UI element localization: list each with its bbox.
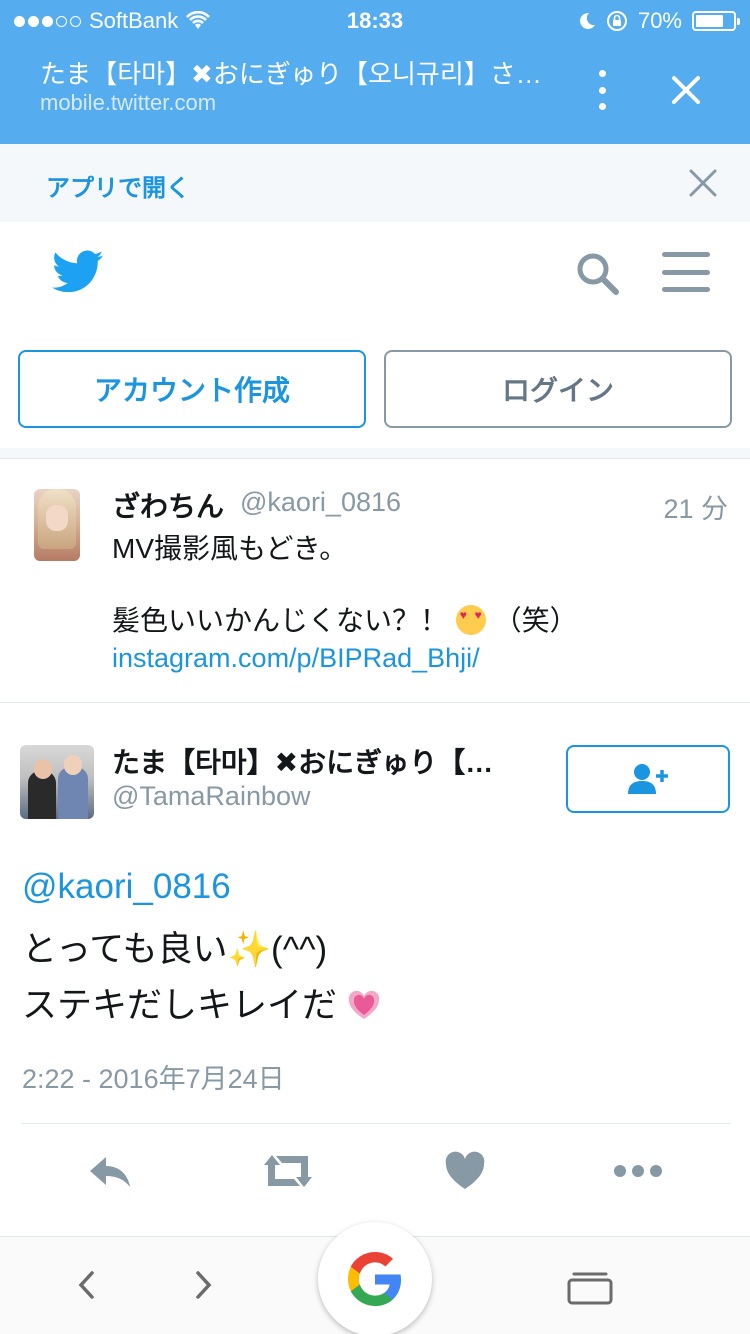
tweet-date[interactable]: 2:22 - 2016年7月24日	[22, 1057, 285, 1096]
tweet-author-handle[interactable]: @TamaRainbow	[112, 781, 311, 812]
reply-icon[interactable]	[86, 1151, 134, 1191]
tweet-text: ステキだしキレイだ	[22, 986, 338, 1025]
like-icon[interactable]	[444, 1151, 486, 1191]
heart-eyes-emoji	[455, 605, 486, 635]
tweet-text: (^^)	[271, 930, 328, 969]
search-icon[interactable]	[574, 250, 620, 296]
sparkles-emoji: ✨	[227, 930, 272, 969]
avatar[interactable]	[34, 489, 80, 561]
retweet-icon[interactable]	[260, 1151, 316, 1191]
signup-button[interactable]: アカウント作成	[18, 350, 366, 428]
rotation-lock-icon	[606, 11, 627, 31]
twitter-bird-icon[interactable]	[52, 250, 104, 294]
close-icon[interactable]	[686, 166, 720, 200]
tweet-timestamp[interactable]: 21 分	[663, 487, 728, 526]
page-url[interactable]: mobile.twitter.com	[40, 90, 216, 116]
twitter-header	[0, 222, 750, 332]
close-icon[interactable]	[664, 68, 708, 112]
more-icon[interactable]	[612, 1151, 664, 1191]
browser-header: SoftBank 18:33 70% たま【타마】✖おにぎゅり【오니규리】さ… …	[0, 0, 750, 144]
status-bar: SoftBank 18:33 70%	[0, 0, 750, 40]
tweet-detail-card: たま【타마】✖おにぎゅり【… @TamaRainbow @kaori_0816 …	[0, 702, 750, 1242]
tweet-text-line: ステキだしキレイだ	[22, 977, 381, 1028]
page-title: たま【타마】✖おにぎゅり【오니규리】さ…	[40, 59, 542, 89]
tweet-link[interactable]: instagram.com/p/BIPRad_Bhji/	[112, 643, 480, 674]
tweet-author-handle[interactable]: @kaori_0816	[240, 487, 401, 518]
follow-icon	[628, 764, 668, 794]
battery-icon	[692, 11, 740, 31]
forward-icon[interactable]	[188, 1267, 218, 1303]
tweet-author-name[interactable]: ざわちん	[112, 485, 224, 525]
heart-emoji	[348, 991, 379, 1019]
back-icon[interactable]	[72, 1267, 102, 1303]
google-icon	[348, 1252, 401, 1306]
status-right: 70%	[578, 8, 740, 34]
divider	[22, 1123, 730, 1124]
tweet-text-line: とっても良い✨(^^)	[22, 921, 327, 972]
tweet-text: とっても良い	[22, 930, 228, 969]
tweet-author-name[interactable]: たま【타마】✖おにぎゅり【…	[112, 741, 532, 781]
divider	[0, 448, 750, 458]
tweet-text: （笑）	[493, 605, 578, 636]
avatar[interactable]	[20, 745, 94, 819]
open-in-app-link[interactable]: アプリで開く	[46, 168, 190, 203]
battery-percent: 70%	[637, 8, 682, 33]
tabs-icon[interactable]	[566, 1271, 614, 1305]
tweet-text-line: MV撮影風もどき。	[112, 533, 348, 564]
mention-link[interactable]: @kaori_0816	[22, 867, 231, 907]
app-banner: アプリで開く	[0, 144, 750, 222]
tweet-text: 髪色いいかんじくない？！	[112, 605, 449, 636]
tweet-card[interactable]: ざわちん @kaori_0816 21 分 MV撮影風もどき。 髪色いいかんじく…	[0, 458, 750, 702]
menu-icon[interactable]	[662, 252, 710, 292]
follow-button[interactable]	[566, 745, 730, 813]
tweet-text-line: 髪色いいかんじくない？！ （笑）	[112, 599, 578, 639]
login-button[interactable]: ログイン	[384, 350, 732, 428]
google-search-button[interactable]	[318, 1222, 432, 1334]
more-vertical-icon[interactable]	[588, 70, 616, 110]
moon-icon	[580, 12, 595, 29]
